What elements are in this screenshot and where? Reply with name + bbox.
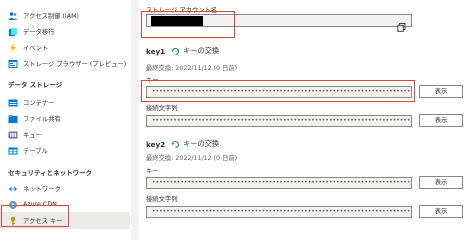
highlight-box — [141, 11, 235, 38]
sidebar-item-label: データ移行 — [23, 29, 55, 36]
key1-rotate-button[interactable]: キーの交換 — [171, 46, 219, 56]
key2-show-conn-button[interactable]: 表示 — [419, 205, 463, 218]
key1-last-rotated: 最終交換: 2022/11/12 (0 日前) — [146, 65, 238, 72]
key1-name: key1 — [146, 46, 166, 56]
key2-key-field[interactable]: ••••••••••••••••••••••••••••••••••••••••… — [146, 177, 412, 189]
sidebar: アクセス制御 (IAM) データ移行 イベント ストレージ ブラウザー (プレビ… — [0, 0, 132, 240]
queue-icon — [8, 130, 18, 140]
sidebar-item-events[interactable]: イベント — [0, 39, 130, 56]
sidebar-item-label: アクセス制御 (IAM) — [23, 13, 79, 20]
main-panel: ストレージ アカウント名 key1 キーの交換 最終交換: 2022/11/12… — [139, 0, 474, 240]
data-migration-icon — [8, 27, 18, 37]
sidebar-item-networking[interactable]: ネットワーク — [0, 180, 130, 197]
key1-show-conn-button[interactable]: 表示 — [419, 114, 463, 127]
key1-title: key1 キーの交換 — [146, 46, 219, 56]
sidebar-item-label: イベント — [23, 45, 49, 52]
sidebar-item-file-shares[interactable]: ファイル共有 — [0, 110, 130, 127]
key1-conn-label: 接続文字列 — [146, 105, 178, 112]
key2-title: key2 キーの交換 — [146, 139, 219, 149]
rotate-icon — [171, 47, 180, 55]
file-share-icon — [8, 114, 18, 124]
highlight-box — [1, 205, 69, 227]
key2-last-rotated: 最終交換: 2022/11/12 (0 日前) — [146, 155, 238, 162]
key2-name: key2 — [146, 139, 166, 149]
sidebar-item-label: ストレージ ブラウザー (プレビュー) — [23, 61, 127, 68]
sidebar-item-data-migration[interactable]: データ移行 — [0, 23, 130, 40]
scrollbar[interactable] — [131, 0, 139, 240]
sidebar-item-label: コンテナー — [23, 100, 55, 107]
sidebar-item-iam[interactable]: アクセス制御 (IAM) — [0, 7, 130, 24]
copy-icon[interactable] — [397, 17, 406, 36]
highlight-box — [141, 80, 415, 102]
key2-key-label: キー — [146, 168, 159, 175]
sidebar-item-label: ファイル共有 — [23, 116, 61, 123]
sidebar-item-label: キュー — [23, 132, 42, 139]
section-security-network: セキュリティとネットワーク — [8, 169, 93, 177]
rotate-icon — [171, 140, 180, 148]
lightning-icon — [8, 43, 18, 53]
rotate-label: キーの交換 — [183, 46, 220, 55]
key2-conn-label: 接続文字列 — [146, 196, 178, 203]
sidebar-item-containers[interactable]: コンテナー — [0, 94, 130, 111]
key2-rotate-button[interactable]: キーの交換 — [171, 139, 219, 149]
sidebar-item-storage-browser[interactable]: ストレージ ブラウザー (プレビュー) — [0, 55, 130, 72]
storage-browser-icon — [8, 59, 18, 69]
people-icon — [8, 11, 18, 21]
table-icon — [8, 146, 18, 156]
container-icon — [8, 98, 18, 108]
sidebar-item-queues[interactable]: キュー — [0, 126, 130, 143]
key1-show-key-button[interactable]: 表示 — [419, 85, 463, 98]
key2-show-key-button[interactable]: 表示 — [419, 176, 463, 189]
key2-conn-field[interactable]: ••••••••••••••••••••••••••••••••••••••••… — [146, 206, 412, 218]
sidebar-item-label: ネットワーク — [23, 186, 61, 193]
sidebar-item-tables[interactable]: テーブル — [0, 142, 130, 159]
sidebar-item-label: テーブル — [23, 148, 48, 155]
rotate-label: キーの交換 — [183, 139, 220, 148]
key1-conn-field[interactable]: ••••••••••••••••••••••••••••••••••••••••… — [146, 115, 412, 127]
network-icon — [8, 184, 18, 194]
section-data-storage: データ ストレージ — [8, 81, 63, 89]
